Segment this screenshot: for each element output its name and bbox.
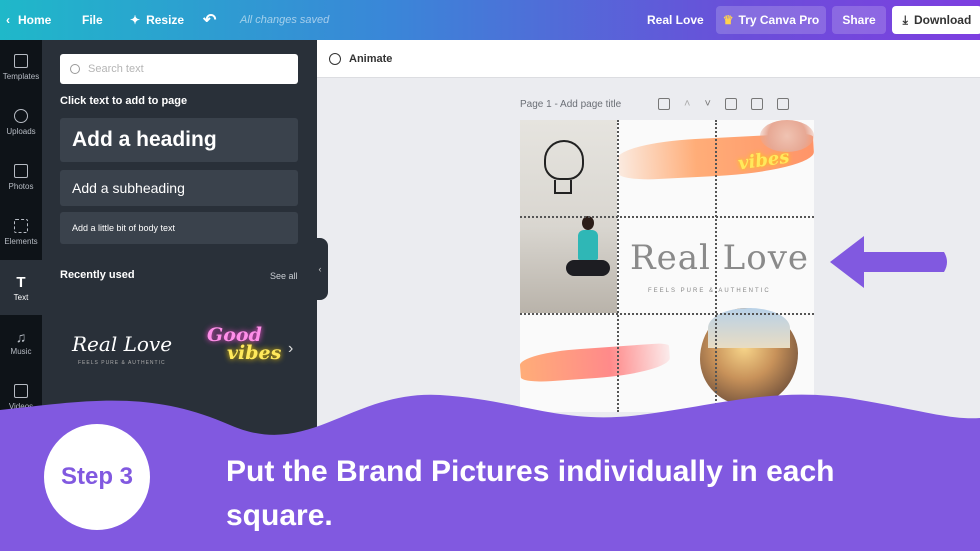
rail-item-uploads[interactable]: Uploads [0, 95, 42, 150]
upload-icon [14, 109, 28, 123]
undo-icon[interactable]: ↶ [203, 0, 216, 40]
grid-line [715, 120, 717, 412]
rail-label: Uploads [6, 127, 36, 136]
rail-label: Elements [4, 237, 38, 246]
step-instruction: Put the Brand Pictures individually in e… [226, 455, 835, 532]
animate-icon [329, 53, 341, 65]
resize-label: Resize [146, 13, 185, 27]
resize-button[interactable]: ✦ Resize [130, 0, 184, 40]
templates-icon [14, 54, 28, 68]
chevron-right-icon[interactable]: › [288, 340, 293, 358]
search-icon [70, 64, 80, 74]
recent-good-vibes-sample[interactable]: Good vibes [207, 326, 282, 364]
home-label: Home [18, 13, 52, 27]
sparkle-icon: ✦ [130, 13, 141, 27]
click-hint: Click text to add to page [60, 95, 188, 107]
chevron-left-icon: ‹ [6, 13, 10, 27]
rail-item-text[interactable]: T Text [0, 260, 42, 315]
add-page-icon[interactable] [776, 98, 789, 110]
rail-label: Text [13, 292, 29, 302]
arrow-left-icon [830, 236, 947, 288]
grid-line [520, 216, 814, 218]
file-menu[interactable]: File [82, 0, 103, 40]
trash-icon[interactable] [750, 98, 763, 110]
try-pro-label: Try Canva Pro [738, 13, 820, 27]
vibes-word: vibes [227, 342, 282, 364]
real-love-title[interactable]: Real Love [630, 238, 809, 278]
search-input[interactable] [88, 63, 288, 75]
animate-button[interactable]: Animate [329, 40, 392, 78]
rail-item-templates[interactable]: Templates [0, 40, 42, 95]
document-title[interactable]: Real Love [647, 0, 704, 40]
photos-icon [14, 164, 28, 178]
lightbulb-drawing [544, 140, 584, 180]
rail-label: Templates [2, 72, 40, 81]
real-love-tagline[interactable]: FEELS PURE & AUTHENTIC [648, 288, 771, 294]
animate-label: Animate [349, 53, 393, 65]
add-body-text-button[interactable]: Add a little bit of body text [60, 212, 298, 244]
text-icon: T [16, 273, 26, 291]
rail-item-music[interactable]: ♫ Music [0, 315, 42, 370]
try-canva-pro-button[interactable]: ♛ Try Canva Pro [716, 6, 826, 34]
person-head [582, 216, 594, 230]
download-icon: ⤓ [902, 12, 908, 27]
person-body [578, 230, 598, 260]
search-box[interactable] [60, 54, 298, 84]
grid-line [617, 120, 619, 412]
rail-label: Photos [8, 182, 34, 191]
notes-icon[interactable] [658, 98, 670, 110]
recent-real-love-sample[interactable]: Real Love [72, 332, 172, 356]
share-button[interactable]: Share [832, 6, 886, 34]
music-icon: ♫ [15, 329, 27, 345]
peach-brush-stroke-bottom[interactable] [520, 342, 671, 384]
rail-item-photos[interactable]: Photos [0, 150, 42, 205]
duplicate-icon[interactable] [724, 98, 737, 110]
add-heading-button[interactable]: Add a heading [60, 118, 298, 162]
crown-icon: ♛ [722, 13, 734, 27]
add-subheading-button[interactable]: Add a subheading [60, 170, 298, 206]
download-label: Download [913, 13, 972, 27]
page-title[interactable]: Page 1 - Add page title [520, 99, 621, 110]
home-button[interactable]: ‹ Home [6, 0, 51, 40]
top-bar: ‹ Home File ✦ Resize ↶ All changes saved… [0, 0, 980, 40]
design-canvas[interactable]: vibes Real Love FEELS PURE & AUTHENTIC [520, 120, 814, 412]
chevron-up-icon[interactable]: ˄ [684, 98, 690, 110]
see-all-link[interactable]: See all [270, 271, 298, 281]
grid-line [520, 313, 814, 315]
recently-used-heading: Recently used [60, 269, 135, 281]
recent-real-love-tagline: FEELS PURE & AUTHENTIC [78, 360, 166, 366]
page-actions: ˄ ˅ [658, 98, 789, 110]
lightbulb-base [554, 180, 572, 194]
elements-icon [14, 219, 28, 233]
save-status: All changes saved [240, 14, 330, 26]
editor-toolbar: Animate [317, 40, 980, 78]
download-button[interactable]: ⤓ Download [892, 6, 980, 34]
rail-label: Music [10, 347, 32, 356]
person-legs [566, 260, 610, 276]
collapse-panel-handle[interactable]: ‹ [312, 238, 328, 300]
chevron-down-icon[interactable]: ˅ [704, 98, 710, 110]
rail-item-elements[interactable]: Elements [0, 205, 42, 260]
step-badge: Step 3 [44, 424, 150, 530]
